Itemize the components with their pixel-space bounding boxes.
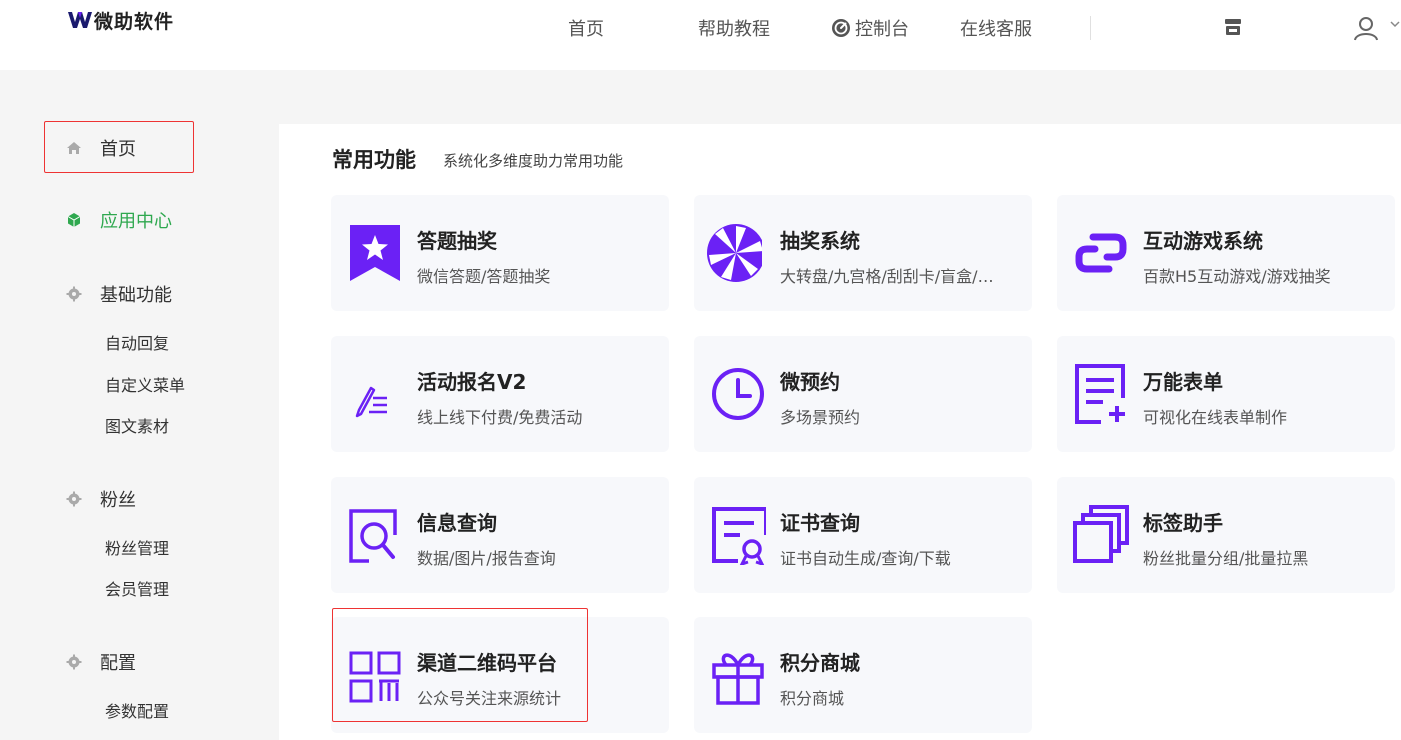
nav-support[interactable]: 在线客服 <box>960 15 1032 41</box>
card-reservation[interactable]: 微预约 多场景预约 <box>694 336 1032 452</box>
sidebar-item-label: 配置 <box>100 653 136 674</box>
card-desc: 数据/图片/报告查询 <box>417 549 556 568</box>
stack-icon <box>1073 505 1129 563</box>
card-universal-form[interactable]: 万能表单 可视化在线表单制作 <box>1057 336 1395 452</box>
sidebar-sub-member-manage[interactable]: 会员管理 <box>105 576 169 600</box>
nav-console[interactable]: 控制台 <box>831 15 909 41</box>
sidebar-sub-params[interactable]: 参数配置 <box>105 698 169 722</box>
brand-logo[interactable]: 微助软件 <box>68 6 174 34</box>
star-flag-icon <box>350 225 400 281</box>
card-desc: 粉丝批量分组/批量拉黑 <box>1143 549 1309 568</box>
pen-list-icon <box>355 386 387 418</box>
sidebar-sub-custom-menu[interactable]: 自定义菜单 <box>105 372 185 396</box>
sidebar-item-basic[interactable]: 基础功能 <box>66 280 172 308</box>
sidebar-item-label: 基础功能 <box>100 285 172 306</box>
card-desc: 积分商城 <box>780 689 845 708</box>
clock-icon <box>712 368 764 420</box>
card-desc: 微信答题/答题抽奖 <box>417 267 551 286</box>
sidebar-item-label: 粉丝 <box>100 490 136 511</box>
card-desc: 线上线下付费/免费活动 <box>417 408 583 427</box>
card-event-signup[interactable]: 活动报名V2 线上线下付费/免费活动 <box>331 336 669 452</box>
sidebar-item-fans[interactable]: 粉丝 <box>66 485 136 513</box>
sidebar-sub-auto-reply[interactable]: 自动回复 <box>105 330 169 354</box>
card-title: 答题抽奖 <box>417 229 497 253</box>
section-subtitle: 系统化多维度助力常用功能 <box>443 152 624 170</box>
dashboard-icon <box>832 19 850 37</box>
nav-help[interactable]: 帮助教程 <box>698 15 770 41</box>
card-highlight <box>332 608 588 722</box>
wheel-icon <box>707 224 762 282</box>
card-desc: 大转盘/九宫格/刮刮卡/盲盒/… <box>780 267 994 286</box>
sidebar-item-label: 应用中心 <box>100 211 172 232</box>
logo-w-icon <box>68 12 92 28</box>
top-header: 微助软件 首页 帮助教程 控制台 在线客服 <box>0 0 1401 70</box>
card-title: 标签助手 <box>1143 511 1223 535</box>
cube-icon <box>67 213 81 227</box>
sidebar-item-app-center[interactable]: 应用中心 <box>66 206 172 234</box>
card-title: 万能表单 <box>1143 370 1223 394</box>
gear-icon <box>66 654 82 670</box>
sidebar-sub-fans-manage[interactable]: 粉丝管理 <box>105 535 169 559</box>
card-title: 证书查询 <box>780 511 860 535</box>
card-title: 活动报名V2 <box>417 370 527 394</box>
nav-divider <box>1090 16 1091 40</box>
card-tag-helper[interactable]: 标签助手 粉丝批量分组/批量拉黑 <box>1057 477 1395 593</box>
sidebar-sub-media[interactable]: 图文素材 <box>105 413 169 437</box>
card-points-mall[interactable]: 积分商城 积分商城 <box>694 617 1032 733</box>
card-info-query[interactable]: 信息查询 数据/图片/报告查询 <box>331 477 669 593</box>
game-link-icon <box>1075 233 1127 273</box>
sidebar-item-config[interactable]: 配置 <box>66 648 136 676</box>
card-quiz-lottery[interactable]: 答题抽奖 微信答题/答题抽奖 <box>331 195 669 311</box>
card-title: 信息查询 <box>417 511 497 535</box>
form-add-icon <box>1075 364 1125 424</box>
card-desc: 百款H5互动游戏/游戏抽奖 <box>1143 267 1331 286</box>
gear-icon <box>66 286 82 302</box>
brand-name: 微助软件 <box>94 10 175 33</box>
nav-console-label: 控制台 <box>855 19 909 40</box>
section-title: 常用功能 <box>332 148 416 172</box>
card-title: 积分商城 <box>780 651 860 675</box>
card-title: 抽奖系统 <box>780 229 860 253</box>
sidebar-active-highlight <box>44 121 194 173</box>
certificate-icon <box>712 507 766 565</box>
gear-icon <box>66 491 82 507</box>
card-title: 互动游戏系统 <box>1143 229 1263 253</box>
user-avatar-icon[interactable] <box>1352 14 1380 42</box>
card-desc: 多场景预约 <box>780 408 861 427</box>
card-interactive-games[interactable]: 互动游戏系统 百款H5互动游戏/游戏抽奖 <box>1057 195 1395 311</box>
nav-home[interactable]: 首页 <box>568 15 604 41</box>
chevron-down-icon[interactable] <box>1389 18 1401 30</box>
card-lottery-system[interactable]: 抽奖系统 大转盘/九宫格/刮刮卡/盲盒/… <box>694 195 1032 311</box>
card-certificate-query[interactable]: 证书查询 证书自动生成/查询/下载 <box>694 477 1032 593</box>
gift-icon <box>712 653 764 705</box>
search-doc-icon <box>349 509 397 563</box>
store-icon[interactable] <box>1222 16 1244 38</box>
card-title: 微预约 <box>780 370 840 394</box>
card-desc: 证书自动生成/查询/下载 <box>780 549 951 568</box>
card-desc: 可视化在线表单制作 <box>1143 408 1288 427</box>
